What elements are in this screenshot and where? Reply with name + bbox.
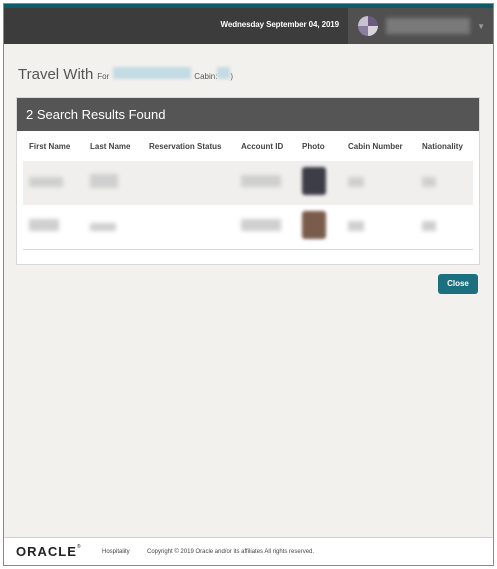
col-nationality: Nationality bbox=[422, 141, 463, 151]
cabin-label: Cabin: bbox=[194, 72, 218, 81]
nationality-redacted bbox=[422, 221, 436, 231]
cabin-number-redacted bbox=[348, 221, 364, 231]
table-row[interactable] bbox=[23, 205, 473, 250]
app-window: Wednesday September 04, 2019 ▼ Travel Wi… bbox=[3, 3, 494, 566]
user-menu[interactable]: ▼ bbox=[348, 8, 493, 44]
oracle-logo: ORACLE® bbox=[16, 544, 82, 559]
table-row[interactable] bbox=[23, 161, 473, 205]
close-button[interactable]: Close bbox=[438, 274, 478, 294]
col-photo: Photo bbox=[302, 141, 325, 151]
col-last-name: Last Name bbox=[90, 141, 131, 151]
cabin-number-redacted bbox=[217, 67, 231, 79]
nationality-redacted bbox=[422, 177, 436, 187]
account-id-redacted bbox=[241, 219, 281, 231]
results-heading: 2 Search Results Found bbox=[17, 98, 479, 131]
guest-name-redacted bbox=[113, 67, 192, 79]
account-id-redacted bbox=[241, 175, 281, 187]
page-title: Travel With bbox=[18, 66, 94, 83]
col-first-name: First Name bbox=[29, 141, 71, 151]
col-cabin-number: Cabin Number bbox=[348, 141, 403, 151]
guest-photo bbox=[302, 166, 326, 195]
guest-photo bbox=[302, 210, 326, 239]
copyright-text: Copyright © 2019 Oracle and/or its affil… bbox=[147, 549, 315, 555]
col-reservation-status: Reservation Status bbox=[149, 141, 222, 151]
cabin-number-redacted bbox=[348, 177, 364, 187]
last-name-redacted bbox=[90, 223, 116, 231]
search-results-panel: 2 Search Results Found First Name Last N… bbox=[16, 97, 480, 265]
col-account-id: Account ID bbox=[241, 141, 284, 151]
last-name-redacted bbox=[90, 173, 118, 188]
first-name-redacted bbox=[29, 177, 63, 187]
footer: ORACLE® Hospitality Copyright © 2019 Ora… bbox=[4, 537, 493, 565]
hospitality-label: Hospitality bbox=[102, 549, 130, 555]
user-name-redacted bbox=[386, 18, 470, 34]
for-label: For bbox=[97, 72, 110, 81]
first-name-redacted bbox=[29, 219, 59, 231]
user-avatar-icon bbox=[358, 16, 378, 36]
caret-down-icon[interactable]: ▼ bbox=[477, 22, 485, 31]
page-header: Travel With For Cabin: ) bbox=[18, 66, 234, 83]
table-header-row: First Name Last Name Reservation Status … bbox=[23, 131, 473, 161]
current-date: Wednesday September 04, 2019 bbox=[220, 20, 340, 29]
top-bar: Wednesday September 04, 2019 ▼ bbox=[4, 4, 493, 44]
results-table: First Name Last Name Reservation Status … bbox=[23, 131, 473, 250]
